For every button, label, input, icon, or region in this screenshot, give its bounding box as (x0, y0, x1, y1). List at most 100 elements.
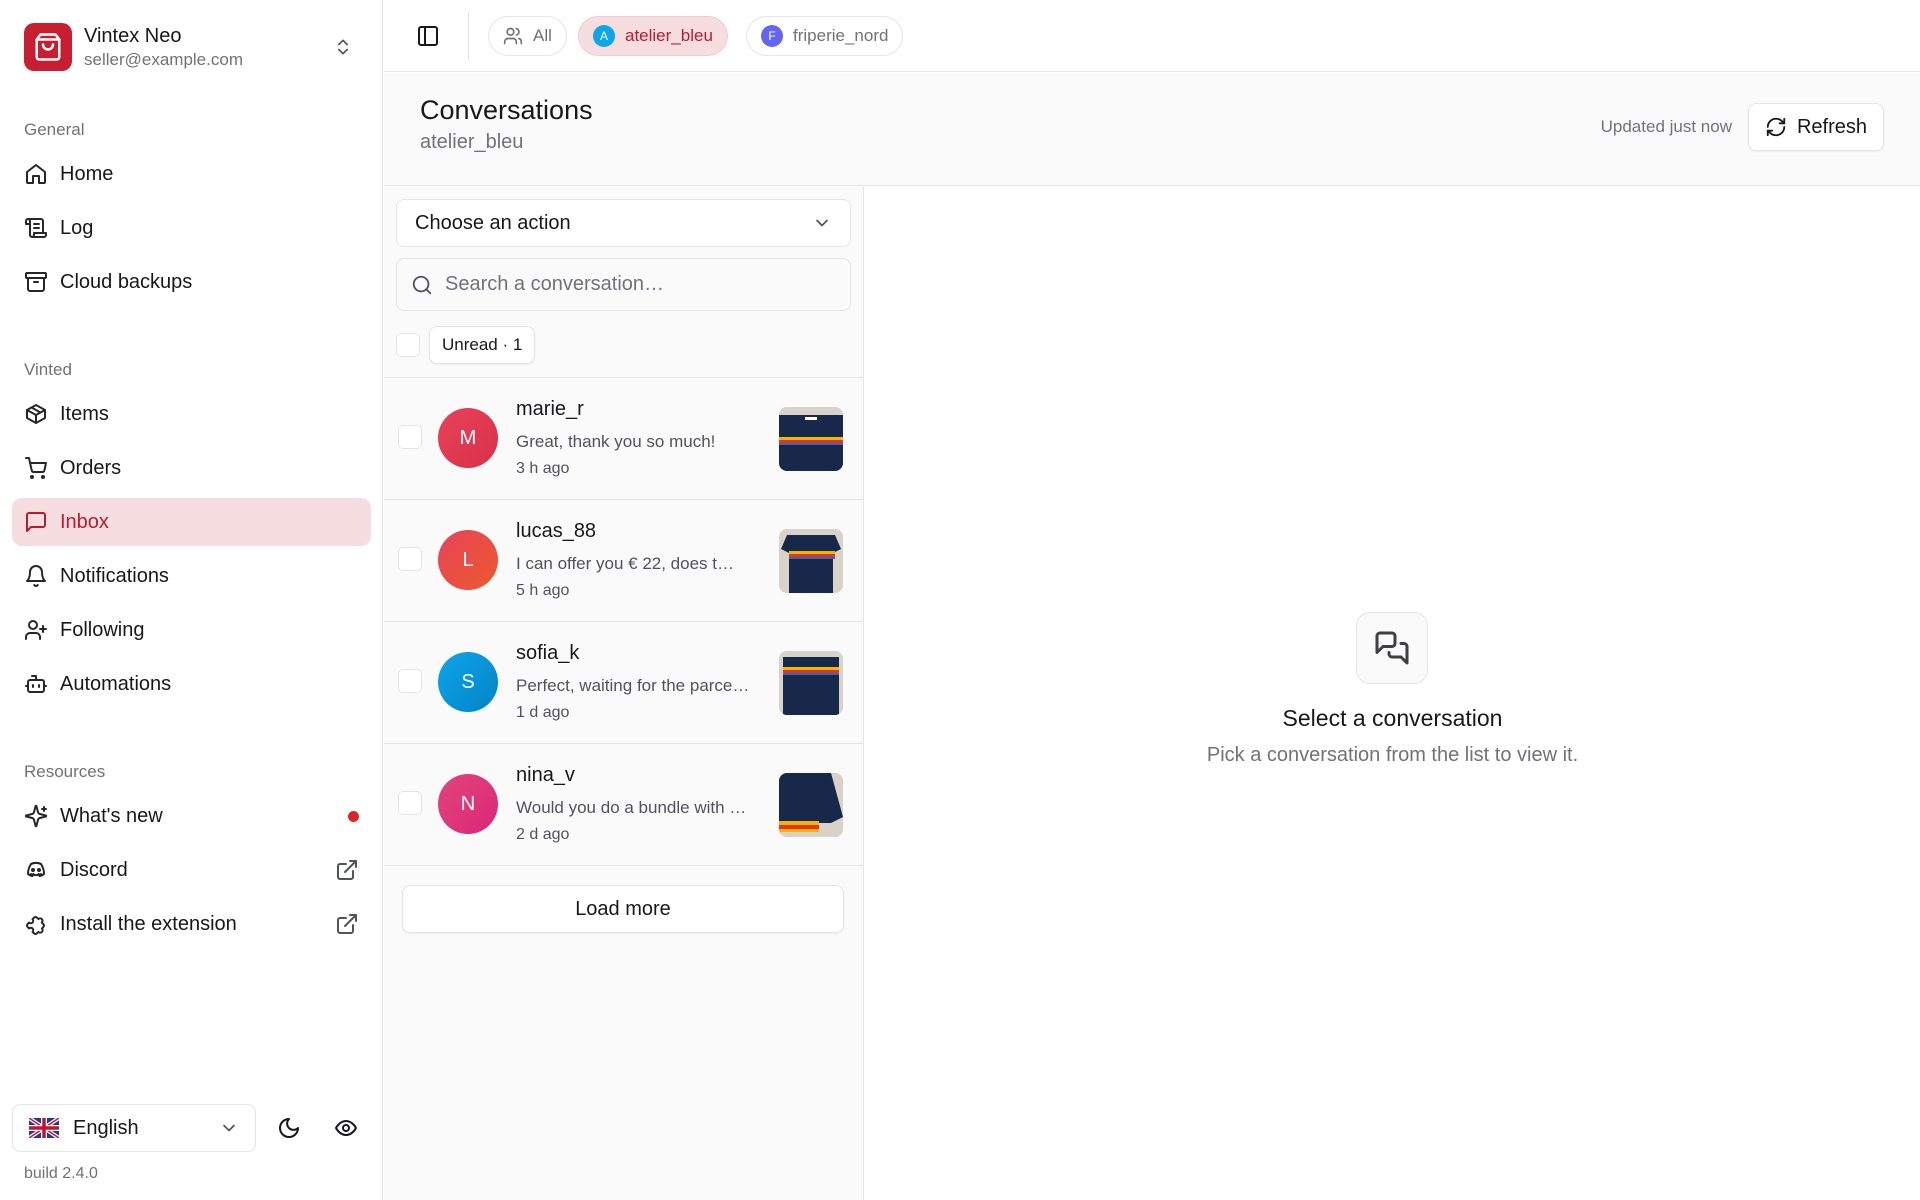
avatar: N (438, 774, 498, 834)
sidebar-item-label: Cloud backups (60, 270, 193, 293)
users-icon (503, 26, 523, 46)
nav-section-vinted: Vinted Items Orders Inbox Notifications … (12, 356, 371, 708)
topbar: All A atelier_bleu F friperie_nord (384, 0, 1920, 72)
account-filter-atelier-bleu[interactable]: A atelier_bleu (578, 16, 728, 56)
sidebar-item-automations[interactable]: Automations (12, 660, 371, 708)
item-thumbnail (779, 651, 843, 715)
bulk-action-select[interactable]: Choose an action (396, 199, 851, 247)
search-icon (411, 274, 433, 296)
new-badge-dot (348, 811, 359, 822)
sidebar-item-label: Notifications (60, 564, 169, 587)
updated-status: Updated just now (1600, 117, 1732, 136)
puzzle-icon (24, 912, 48, 936)
account-name: Vintex Neo (84, 25, 182, 47)
panel-left-icon (416, 24, 440, 48)
row-checkbox[interactable] (398, 425, 422, 449)
conversation-preview: I can offer you € 22, does t… (516, 554, 734, 573)
sidebar-item-notifications[interactable]: Notifications (12, 552, 371, 600)
external-link-icon (335, 912, 359, 936)
uk-flag-icon (29, 1118, 59, 1138)
account-switcher[interactable]: Vintex Neo seller@example.com (12, 12, 371, 82)
sidebar-item-whats-new[interactable]: What's new (12, 792, 371, 840)
build-version: build 2.4.0 (24, 1165, 98, 1182)
conversation-row[interactable]: L lucas_88 I can offer you € 22, does t…… (384, 500, 863, 622)
dark-mode-toggle[interactable] (269, 1108, 309, 1148)
sidebar-toggle-button[interactable] (408, 16, 448, 56)
unread-filter-button[interactable]: Unread · 1 (429, 326, 536, 364)
refresh-label: Refresh (1796, 115, 1868, 138)
nav-section-label: General (24, 120, 85, 139)
sidebar-item-log[interactable]: Log (12, 204, 371, 252)
conversation-time: 1 d ago (516, 704, 570, 721)
search-input[interactable] (445, 273, 835, 296)
select-all-checkbox[interactable] (396, 333, 420, 357)
item-thumbnail (779, 773, 843, 837)
conversation-preview: Great, thank you so much! (516, 432, 716, 451)
account-filter-friperie-nord[interactable]: F friperie_nord (746, 16, 904, 56)
chip-label: friperie_nord (793, 26, 889, 45)
nav-section-general: General Home Log Cloud backups (12, 116, 371, 306)
sparkles-icon (24, 804, 48, 828)
avatar: M (438, 408, 498, 468)
avatar: S (438, 652, 498, 712)
empty-state-subtitle: Pick a conversation from the list to vie… (1206, 744, 1579, 766)
conversation-search (396, 258, 851, 311)
language-label: English (73, 1116, 139, 1139)
sidebar-item-label: Following (60, 618, 145, 641)
conversation-preview: Would you do a bundle with … (516, 798, 747, 817)
sidebar-item-home[interactable]: Home (12, 150, 371, 198)
messages-square-icon (1356, 612, 1428, 684)
conversation-name: lucas_88 (516, 520, 597, 542)
user-plus-icon (24, 618, 48, 642)
visibility-toggle[interactable] (326, 1108, 366, 1148)
row-checkbox[interactable] (398, 669, 422, 693)
conversation-name: nina_v (516, 764, 575, 786)
conversation-preview: Perfect, waiting for the parce… (516, 676, 750, 695)
sidebar-item-inbox[interactable]: Inbox (12, 498, 371, 546)
sidebar-item-following[interactable]: Following (12, 606, 371, 654)
conversation-detail: Select a conversation Pick a conversatio… (865, 187, 1920, 1200)
sidebar-item-label: Inbox (60, 510, 109, 533)
home-icon (24, 162, 48, 186)
account-email: seller@example.com (84, 50, 243, 69)
bulk-action-label: Choose an action (415, 211, 571, 234)
cart-icon (24, 456, 48, 480)
moon-icon (277, 1116, 301, 1140)
item-thumbnail (779, 407, 843, 471)
conversation-row[interactable]: M marie_r Great, thank you so much! 3 h … (384, 378, 863, 500)
page-subtitle: atelier_bleu (420, 131, 524, 153)
account-filter-all[interactable]: All (488, 16, 567, 56)
empty-state-title: Select a conversation (1282, 705, 1503, 731)
chip-avatar: F (761, 25, 783, 47)
item-thumbnail (779, 529, 843, 593)
sidebar-item-install-extension[interactable]: Install the extension (12, 900, 371, 948)
sidebar-item-label: Discord (60, 858, 128, 881)
app-logo (24, 23, 72, 71)
nav-section-label: Vinted (24, 360, 72, 379)
sidebar-item-discord[interactable]: Discord (12, 846, 371, 894)
conversation-row[interactable]: N nina_v Would you do a bundle with … 2 … (384, 744, 863, 866)
message-icon (24, 510, 48, 534)
sidebar-item-cloud-backups[interactable]: Cloud backups (12, 258, 371, 306)
conversation-list: Choose an action Unread · 1 M marie_r Gr… (384, 187, 864, 1200)
refresh-icon (1765, 116, 1797, 138)
sidebar-item-label: Install the extension (60, 912, 237, 935)
page-title: Conversations (420, 95, 593, 125)
sidebar-item-label: Items (60, 402, 109, 425)
sidebar-item-label: What's new (60, 804, 163, 827)
sidebar-item-label: Log (60, 216, 94, 239)
row-checkbox[interactable] (398, 547, 422, 571)
refresh-button[interactable]: Refresh (1748, 103, 1884, 151)
sidebar-item-items[interactable]: Items (12, 390, 371, 438)
archive-icon (24, 270, 48, 294)
row-checkbox[interactable] (398, 791, 422, 815)
load-more-button[interactable]: Load more (402, 885, 844, 933)
conversation-time: 5 h ago (516, 582, 570, 599)
conversation-row[interactable]: S sofia_k Perfect, waiting for the parce… (384, 622, 863, 744)
avatar: L (438, 530, 498, 590)
sidebar-item-label: Orders (60, 456, 122, 479)
conversation-time: 2 d ago (516, 826, 570, 843)
language-select[interactable]: English (12, 1104, 256, 1152)
eye-icon (334, 1116, 358, 1140)
sidebar-item-orders[interactable]: Orders (12, 444, 371, 492)
